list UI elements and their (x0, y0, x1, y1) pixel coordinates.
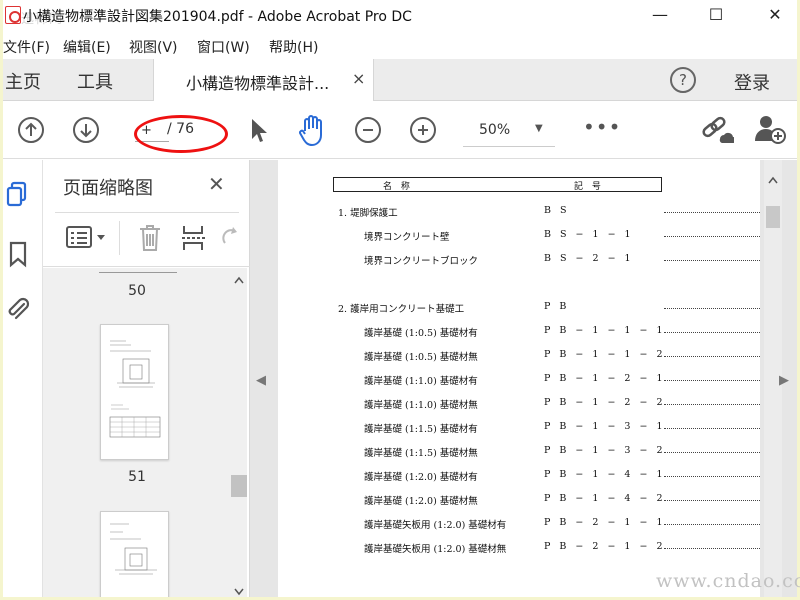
list-item: 護岸基礎 (1:1.5) 基礎材有 P B − 1 − 3 − 1 (278, 421, 760, 435)
arrow-down-icon[interactable] (73, 117, 99, 143)
red-annotation-ellipse (134, 115, 228, 153)
menu-window[interactable]: 窗口(W) (197, 37, 250, 57)
list-item: 護岸基礎矢板用 (1:2.0) 基礎材無 P B − 2 − 1 − 2 (278, 541, 760, 555)
collapse-left-panel-icon[interactable]: ◀ (256, 373, 266, 388)
main-toolbar: + / 76 50% ▼ ••• (3, 101, 797, 159)
zoom-out-icon[interactable] (355, 117, 381, 143)
list-item: 境界コンクリート壁 B S − 1 − 1 (278, 229, 760, 243)
menu-view[interactable]: 视图(V) (129, 37, 178, 57)
zoom-underline (463, 146, 555, 147)
rotate-page-icon[interactable] (219, 225, 241, 251)
arrow-up-icon[interactable] (18, 117, 44, 143)
thumbnails-panel-title: 页面缩略图 (63, 178, 153, 199)
list-item: 護岸基礎 (1:0.5) 基礎材有 P B − 1 − 1 − 1 (278, 325, 760, 339)
extract-pages-icon[interactable] (180, 223, 208, 253)
list-item: 2. 護岸用コンクリート基礎工 P B (278, 301, 760, 315)
attachment-icon[interactable] (5, 295, 31, 323)
list-item: 護岸基礎 (1:1.0) 基礎材無 P B − 1 − 2 − 2 (278, 397, 760, 411)
previous-page-thumbnail-edge (99, 272, 177, 273)
tab-close-icon[interactable]: × (352, 69, 365, 88)
list-item: 護岸基礎 (1:0.5) 基礎材無 P B − 1 − 1 − 2 (278, 349, 760, 363)
share-link-icon[interactable] (700, 115, 734, 145)
tab-document[interactable]: 小構造物標準設計... × (153, 59, 374, 102)
list-item: 護岸基礎 (1:1.0) 基礎材有 P B − 1 − 2 − 1 (278, 373, 760, 387)
menu-help[interactable]: 帮助(H) (269, 37, 318, 57)
document-view[interactable]: ◀ 名 称 記 号 1. 堤脚保護工 B S 境界コンクリート壁 B S − 1… (250, 160, 797, 597)
minimize-button[interactable]: — (637, 0, 683, 30)
collapse-right-panel-icon[interactable]: ▶ (779, 373, 789, 388)
close-window-button[interactable]: ✕ (752, 0, 797, 30)
pointer-icon[interactable] (248, 117, 270, 145)
login-button[interactable]: 登录 (734, 69, 770, 95)
acrobat-window: 迅稀网 小構造物標準設計図集201904.pdf - Adobe Acrobat… (3, 0, 797, 597)
page-thumbnail[interactable] (100, 511, 169, 597)
toolbar-separator (119, 221, 120, 255)
list-item: 1. 堤脚保護工 B S (278, 205, 760, 219)
zoom-level[interactable]: 50% (479, 122, 510, 138)
zoom-in-icon[interactable] (410, 117, 436, 143)
page-number-label: 50 (128, 283, 146, 299)
menu-file[interactable]: 文件(F) (3, 37, 50, 57)
page-number-label: 51 (128, 469, 146, 485)
delete-page-icon[interactable] (137, 223, 163, 253)
more-tools-icon[interactable]: ••• (583, 115, 621, 139)
pdf-page: 名 称 記 号 1. 堤脚保護工 B S 境界コンクリート壁 B S − 1 −… (278, 160, 760, 597)
title-bar: 迅稀网 小構造物標準設計図集201904.pdf - Adobe Acrobat… (3, 0, 797, 30)
thumbnail-scrollbar[interactable] (231, 268, 247, 597)
left-navigation-rail (3, 160, 43, 597)
tab-bar: 主页 工具 小構造物標準設計... × ? 登录 (3, 59, 797, 102)
add-user-icon[interactable] (753, 113, 787, 145)
list-item: 境界コンクリートブロック B S − 2 − 1 (278, 253, 760, 267)
window-title: 小構造物標準設計図集201904.pdf - Adobe Acrobat Pro… (23, 9, 412, 25)
tab-document-label: 小構造物標準設計... (186, 74, 330, 93)
help-icon[interactable]: ? (670, 67, 696, 93)
list-item: 護岸基礎 (1:1.5) 基礎材無 P B − 1 − 3 − 2 (278, 445, 760, 459)
thumbnail-scroll-thumb[interactable] (231, 475, 247, 497)
thumbnail-list: 50 51 (43, 268, 231, 597)
zoom-dropdown-icon[interactable]: ▼ (535, 123, 543, 134)
column-code-header: 記 号 (574, 182, 604, 192)
bookmark-icon[interactable] (5, 240, 31, 268)
document-scroll-thumb[interactable] (766, 206, 780, 228)
menu-bar: 文件(F) 编辑(E) 视图(V) 窗口(W) 帮助(H) (3, 33, 797, 57)
thumbnail-toolbar (43, 213, 250, 267)
list-item: 護岸基礎矢板用 (1:2.0) 基礎材有 P B − 2 − 1 − 1 (278, 517, 760, 531)
acrobat-app-icon (5, 6, 21, 24)
list-item: 護岸基礎 (1:2.0) 基礎材有 P B − 1 − 4 − 1 (278, 469, 760, 483)
tab-tools[interactable]: 工具 (77, 68, 113, 94)
thumbnails-close-icon[interactable]: ✕ (208, 172, 225, 196)
scroll-up-icon[interactable] (234, 276, 244, 284)
bottom-watermark: www.cndao.com (656, 570, 800, 592)
thumbnail-options-icon[interactable] (65, 225, 111, 251)
menu-edit[interactable]: 编辑(E) (63, 37, 111, 57)
thumbnails-panel: 页面缩略图 ✕ 50 51 (43, 160, 250, 597)
tab-home[interactable]: 主页 (5, 68, 41, 94)
page-thumbnails-icon[interactable] (5, 180, 31, 208)
page-thumbnail[interactable] (100, 324, 169, 460)
list-item: 護岸基礎 (1:2.0) 基礎材無 P B − 1 − 4 − 2 (278, 493, 760, 507)
scroll-down-icon[interactable] (234, 588, 244, 596)
doc-scroll-up-icon[interactable] (768, 176, 778, 184)
maximize-button[interactable]: ☐ (693, 0, 739, 30)
column-name-header: 名 称 (383, 182, 413, 192)
hand-icon[interactable] (296, 114, 328, 148)
